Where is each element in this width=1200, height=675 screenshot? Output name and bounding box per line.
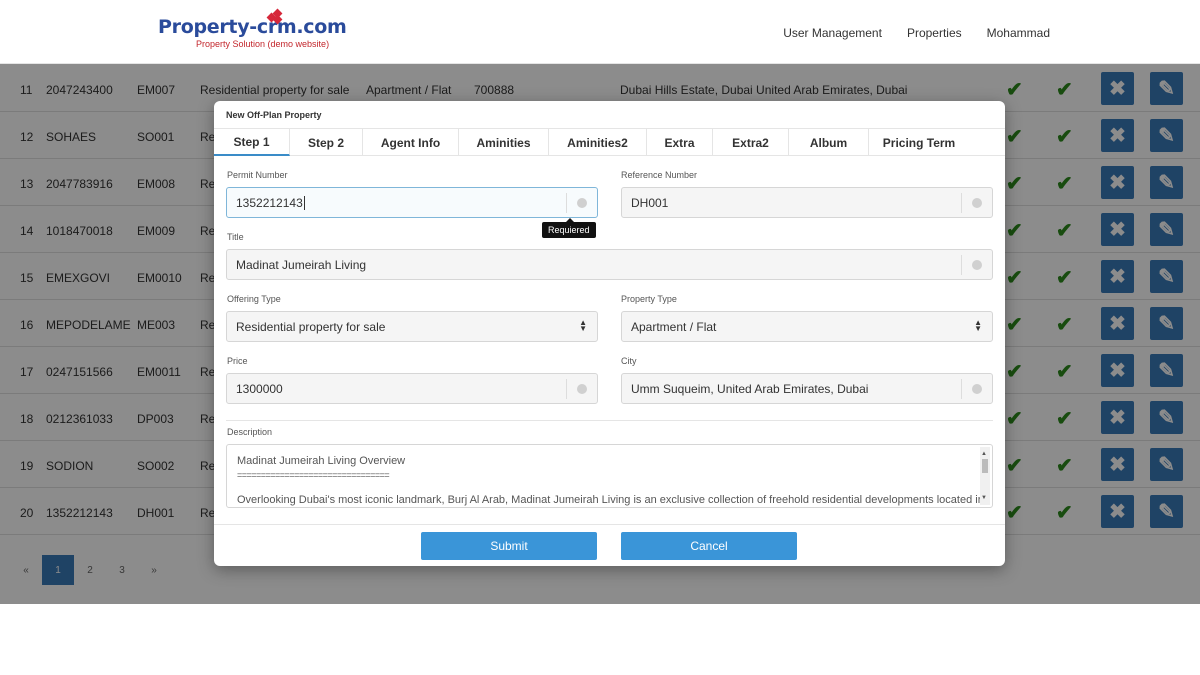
status-dot-icon xyxy=(972,198,982,208)
logo-subtitle: Property Solution (demo website) xyxy=(196,39,330,49)
property-type-value: Apartment / Flat xyxy=(631,319,717,334)
city-value: Umm Suqueim, United Arab Emirates, Dubai xyxy=(631,381,869,396)
submit-button[interactable]: Submit xyxy=(421,532,597,560)
input-divider xyxy=(961,255,962,275)
nav-properties[interactable]: Properties xyxy=(907,26,962,40)
city-label: City xyxy=(621,356,637,366)
permit-number-value: 1352212143 xyxy=(236,195,303,210)
title-label: Title xyxy=(227,232,244,242)
reference-number-label: Reference Number xyxy=(621,170,698,180)
modal-tabs: Step 1 Step 2 Agent Info Aminities Amini… xyxy=(214,128,1005,156)
scroll-down-icon[interactable]: ▼ xyxy=(981,491,987,505)
price-label: Price xyxy=(227,356,248,366)
permit-number-label: Permit Number xyxy=(227,170,288,180)
description-label: Description xyxy=(227,427,273,437)
property-type-select[interactable]: Apartment / Flat ▲ ▼ xyxy=(621,311,993,342)
tab-step-2[interactable]: Step 2 xyxy=(290,129,363,156)
textarea-scrollbar[interactable]: ▲ ▼ xyxy=(980,447,990,505)
offering-type-label: Offering Type xyxy=(227,294,281,304)
tab-pricing-term[interactable]: Pricing Term xyxy=(869,129,969,156)
input-divider xyxy=(961,193,962,213)
title-input[interactable]: Madinat Jumeirah Living xyxy=(226,249,993,280)
tab-aminities2[interactable]: Aminities2 xyxy=(549,129,647,156)
description-line-1: Madinat Jumeirah Living Overview xyxy=(237,455,406,467)
city-input[interactable]: Umm Suqueim, United Arab Emirates, Dubai xyxy=(621,373,993,404)
tab-step-1[interactable]: Step 1 xyxy=(214,129,290,156)
status-dot-icon xyxy=(972,260,982,270)
status-dot-icon xyxy=(577,384,587,394)
top-nav: User Management Properties Mohammad xyxy=(783,26,1050,40)
new-property-modal: New Off-Plan Property Step 1 Step 2 Agen… xyxy=(214,101,1005,566)
description-line-3: Overlooking Dubai's most iconic landmark… xyxy=(237,494,984,506)
text-caret xyxy=(303,195,305,210)
cancel-button[interactable]: Cancel xyxy=(621,532,797,560)
offering-type-select[interactable]: Residential property for sale ▲ ▼ xyxy=(226,311,598,342)
status-dot-icon xyxy=(577,198,587,208)
permit-number-input[interactable]: 1352212143 xyxy=(226,187,598,218)
tab-album[interactable]: Album xyxy=(789,129,869,156)
input-divider xyxy=(961,379,962,399)
tab-extra2[interactable]: Extra2 xyxy=(713,129,789,156)
nav-user-management[interactable]: User Management xyxy=(783,26,882,40)
logo-text: Property-crm.com xyxy=(158,16,347,38)
property-type-label: Property Type xyxy=(621,294,677,304)
scrollbar-thumb[interactable] xyxy=(982,459,988,473)
modal-footer: Submit Cancel xyxy=(214,524,1005,566)
price-input[interactable]: 1300000 xyxy=(226,373,598,404)
input-divider xyxy=(566,193,567,213)
required-tooltip: Requiered xyxy=(542,218,596,238)
select-arrows-icon: ▲ ▼ xyxy=(974,318,982,333)
tab-aminities[interactable]: Aminities xyxy=(459,129,549,156)
reference-number-input[interactable]: DH001 xyxy=(621,187,993,218)
tab-agent-info[interactable]: Agent Info xyxy=(363,129,459,156)
logo-mark-icon xyxy=(266,8,284,25)
tab-extra[interactable]: Extra xyxy=(647,129,713,156)
select-arrows-icon: ▲ ▼ xyxy=(579,318,587,333)
logo[interactable]: Property-crm.com Property Solution (demo… xyxy=(158,8,347,49)
modal-title: New Off-Plan Property xyxy=(226,110,322,120)
status-dot-icon xyxy=(972,384,982,394)
input-divider xyxy=(566,379,567,399)
app-header: Property-crm.com Property Solution (demo… xyxy=(0,0,1200,64)
description-line-2: ================================ xyxy=(237,470,390,480)
nav-user-menu[interactable]: Mohammad xyxy=(987,26,1050,40)
reference-number-value: DH001 xyxy=(631,195,669,210)
price-value: 1300000 xyxy=(236,381,283,396)
section-divider xyxy=(226,420,993,421)
title-value: Madinat Jumeirah Living xyxy=(236,257,367,272)
description-textarea[interactable]: Madinat Jumeirah Living Overview =======… xyxy=(226,444,993,508)
offering-type-value: Residential property for sale xyxy=(236,319,386,334)
